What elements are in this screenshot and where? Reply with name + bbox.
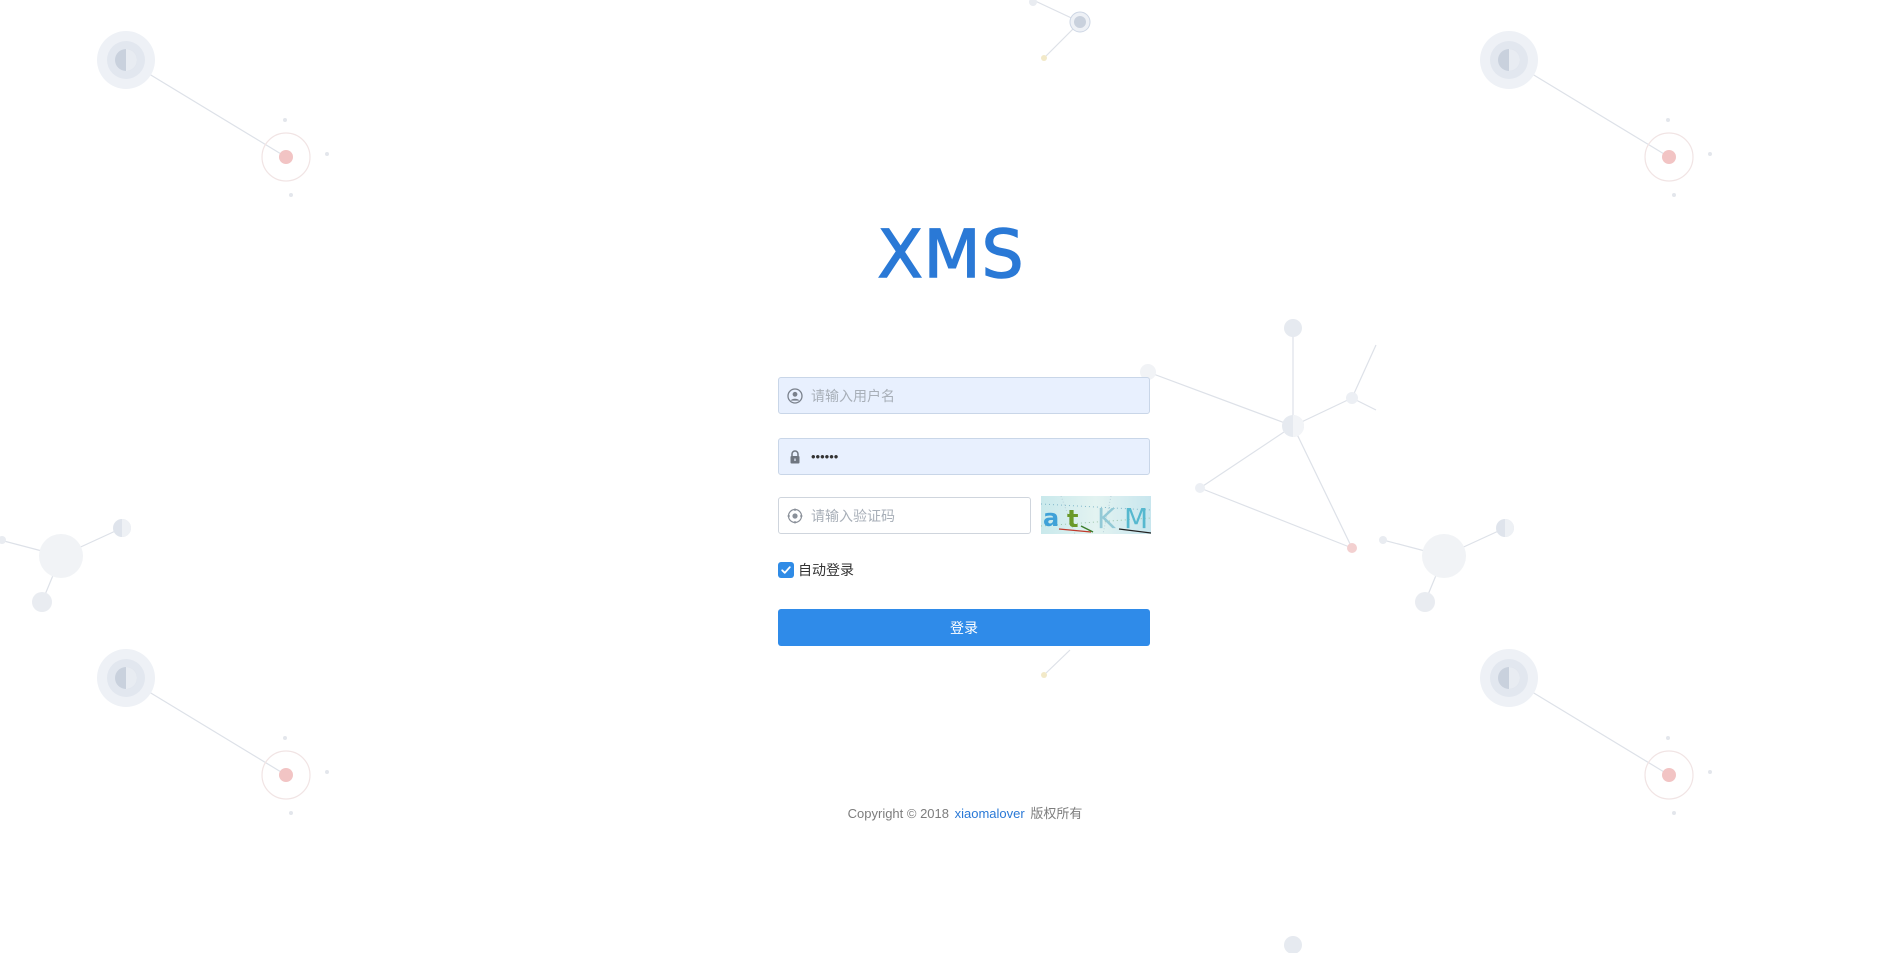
auto-login-checkbox[interactable]: 自动登录 bbox=[778, 560, 854, 580]
username-input[interactable] bbox=[811, 378, 1149, 413]
target-icon bbox=[787, 508, 803, 524]
author-link[interactable]: xiaomalover bbox=[955, 806, 1025, 821]
password-field[interactable]: •••••• bbox=[778, 438, 1150, 475]
password-input[interactable]: •••••• bbox=[811, 449, 838, 464]
captcha-image[interactable]: a t K M bbox=[1041, 496, 1151, 534]
svg-text:a: a bbox=[1043, 504, 1059, 532]
svg-text:M: M bbox=[1124, 502, 1148, 534]
captcha-input[interactable] bbox=[811, 498, 1030, 533]
svg-text:t: t bbox=[1067, 505, 1078, 533]
captcha-field[interactable] bbox=[778, 497, 1031, 534]
login-button[interactable]: 登录 bbox=[778, 609, 1150, 646]
auto-login-label: 自动登录 bbox=[798, 562, 854, 578]
rights-text: 版权所有 bbox=[1030, 806, 1083, 821]
svg-text:K: K bbox=[1097, 502, 1116, 534]
login-panel: XMS •••••• bbox=[0, 0, 1902, 953]
copyright-footer: Copyright © 2018 xiaomalover 版权所有 bbox=[700, 803, 1230, 822]
app-logo: XMS bbox=[877, 215, 1025, 294]
user-icon bbox=[787, 387, 803, 404]
username-field[interactable] bbox=[778, 377, 1150, 414]
copyright-text: Copyright © 2018 bbox=[847, 806, 949, 821]
lock-icon bbox=[787, 449, 803, 465]
checkbox-checked-icon[interactable] bbox=[778, 562, 794, 578]
